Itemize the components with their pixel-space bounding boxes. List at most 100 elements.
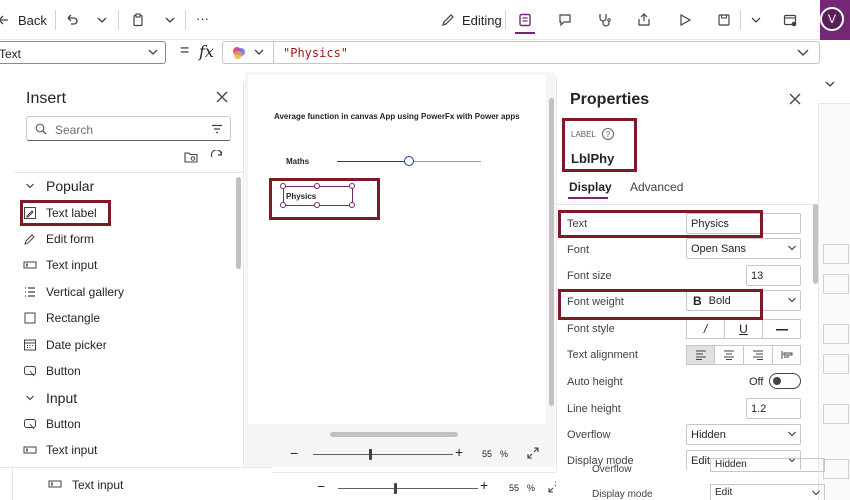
maths-label[interactable]: Maths — [286, 157, 309, 166]
property-dropdown[interactable]: Text — [0, 41, 166, 64]
zoom-out-button[interactable]: − — [317, 478, 325, 494]
comment-icon[interactable] — [555, 10, 575, 30]
insert-item-edit-form[interactable]: Edit form — [22, 228, 94, 250]
insert-item-vertical-gallery[interactable]: Vertical gallery — [22, 281, 124, 303]
insert-item-rectangle[interactable]: Rectangle — [22, 307, 100, 329]
zoom-unit: % — [527, 483, 536, 493]
chevron-down-icon[interactable] — [253, 46, 265, 61]
button-icon — [22, 363, 38, 379]
divider — [557, 204, 819, 205]
font-size-field[interactable]: 13 — [746, 265, 801, 286]
chevron-down-icon[interactable] — [824, 78, 836, 93]
tab-advanced[interactable]: Advanced — [630, 180, 683, 194]
fit-to-window-icon[interactable] — [527, 447, 539, 462]
insert-scrollbar[interactable] — [236, 177, 241, 269]
maths-slider[interactable] — [337, 156, 481, 166]
tab-display[interactable]: Display — [569, 180, 612, 194]
font-dropdown[interactable]: Open Sans — [686, 238, 801, 259]
insert-item-text-input[interactable]: Text input — [72, 478, 123, 492]
section-popular[interactable]: Popular — [22, 175, 94, 197]
publish-icon[interactable] — [780, 10, 800, 30]
paste-icon[interactable] — [128, 10, 148, 30]
zoom-slider-track[interactable] — [313, 454, 453, 455]
gallery-icon — [22, 284, 38, 300]
active-tab-indicator — [568, 197, 608, 199]
close-icon[interactable] — [216, 91, 228, 106]
screen-title-label[interactable]: Average function in canvas App using Pow… — [274, 112, 520, 121]
share-icon[interactable] — [634, 10, 654, 30]
refresh-icon[interactable] — [210, 149, 224, 167]
avatar[interactable]: V — [820, 7, 844, 31]
slider-thumb[interactable] — [404, 156, 414, 166]
canvas-horizontal-scrollbar[interactable] — [330, 432, 458, 437]
zoom-value: 55 — [482, 449, 493, 459]
insert-item-text-input[interactable]: Text input — [22, 254, 97, 276]
auto-height-value: Off — [749, 376, 764, 388]
toggle-knob — [773, 377, 781, 385]
copilot-icon[interactable] — [231, 45, 247, 61]
chevron-down-icon — [22, 181, 38, 191]
close-icon[interactable] — [789, 93, 801, 108]
zoom-in-button[interactable]: + — [455, 444, 463, 460]
calendar-icon — [22, 337, 38, 353]
align-left-icon[interactable] — [687, 346, 715, 364]
overflow-dropdown[interactable]: Hidden — [686, 424, 801, 445]
text-input-icon — [22, 257, 38, 273]
display-mode-value: Edit — [691, 454, 710, 467]
right-panel-edge — [818, 64, 850, 104]
auto-height-toggle[interactable] — [769, 373, 801, 389]
canvas-vertical-scrollbar[interactable] — [549, 98, 554, 406]
search-input[interactable]: Search — [55, 123, 93, 137]
property-label: Font size — [567, 270, 612, 282]
separator — [185, 10, 186, 30]
ghost-overflow-dropdown: Hidden — [710, 458, 825, 472]
ghost-zoom-toolbar: − + 55 % — [272, 472, 560, 500]
expand-formula-chevron-icon[interactable] — [796, 45, 810, 62]
zoom-in-button[interactable]: + — [480, 477, 488, 493]
zoom-out-button[interactable]: − — [290, 445, 298, 461]
chevron-down-icon[interactable] — [746, 10, 766, 30]
chevron-down-icon[interactable] — [160, 10, 180, 30]
italic-button[interactable]: / — [687, 320, 725, 338]
back-button[interactable]: Back — [18, 13, 47, 28]
section-input[interactable]: Input — [22, 387, 77, 409]
chevron-down-icon — [147, 46, 159, 61]
stethoscope-icon[interactable] — [594, 10, 614, 30]
undo-icon[interactable] — [62, 10, 82, 30]
line-height-field[interactable]: 1.2 — [746, 398, 801, 419]
formula-input[interactable]: "Physics" — [222, 41, 820, 64]
properties-title: Properties — [570, 91, 650, 108]
zoom-slider-thumb[interactable] — [394, 483, 397, 494]
chevron-down-icon — [22, 393, 38, 403]
search-box[interactable]: Search — [26, 116, 231, 141]
properties-scrollbar[interactable] — [813, 204, 818, 284]
zoom-slider-thumb[interactable] — [369, 449, 372, 460]
align-justify-icon[interactable] — [773, 346, 801, 364]
align-center-icon[interactable] — [715, 346, 744, 364]
app-canvas[interactable]: Average function in canvas App using Pow… — [248, 75, 546, 424]
insert-item-button[interactable]: Button — [22, 360, 81, 382]
insert-item-date-picker[interactable]: Date picker — [22, 334, 107, 356]
editing-status[interactable]: Editing — [462, 13, 502, 28]
play-icon[interactable] — [675, 10, 695, 30]
save-icon[interactable] — [714, 10, 734, 30]
insert-item-text-input[interactable]: Text input — [22, 439, 97, 461]
align-right-icon[interactable] — [744, 346, 773, 364]
strikethrough-button[interactable]: — — [763, 320, 801, 338]
insert-item-button[interactable]: Button — [22, 413, 81, 435]
divider — [12, 468, 13, 500]
text-input-icon — [22, 442, 38, 458]
filter-icon[interactable] — [211, 123, 223, 138]
tree-view-icon[interactable] — [515, 10, 535, 30]
ghost-input — [823, 324, 849, 344]
back-arrow-icon[interactable] — [0, 10, 10, 30]
function-icon[interactable]: fx — [199, 42, 214, 61]
zoom-slider-track[interactable] — [338, 488, 478, 489]
chevron-down-icon — [787, 429, 797, 442]
font-value: Open Sans — [691, 242, 747, 255]
alignment-group — [686, 345, 801, 365]
underline-button[interactable]: U — [725, 320, 763, 338]
chevron-down-icon[interactable] — [92, 10, 112, 30]
folder-search-icon[interactable] — [184, 150, 198, 167]
more-options-button[interactable]: ··· — [196, 11, 209, 26]
